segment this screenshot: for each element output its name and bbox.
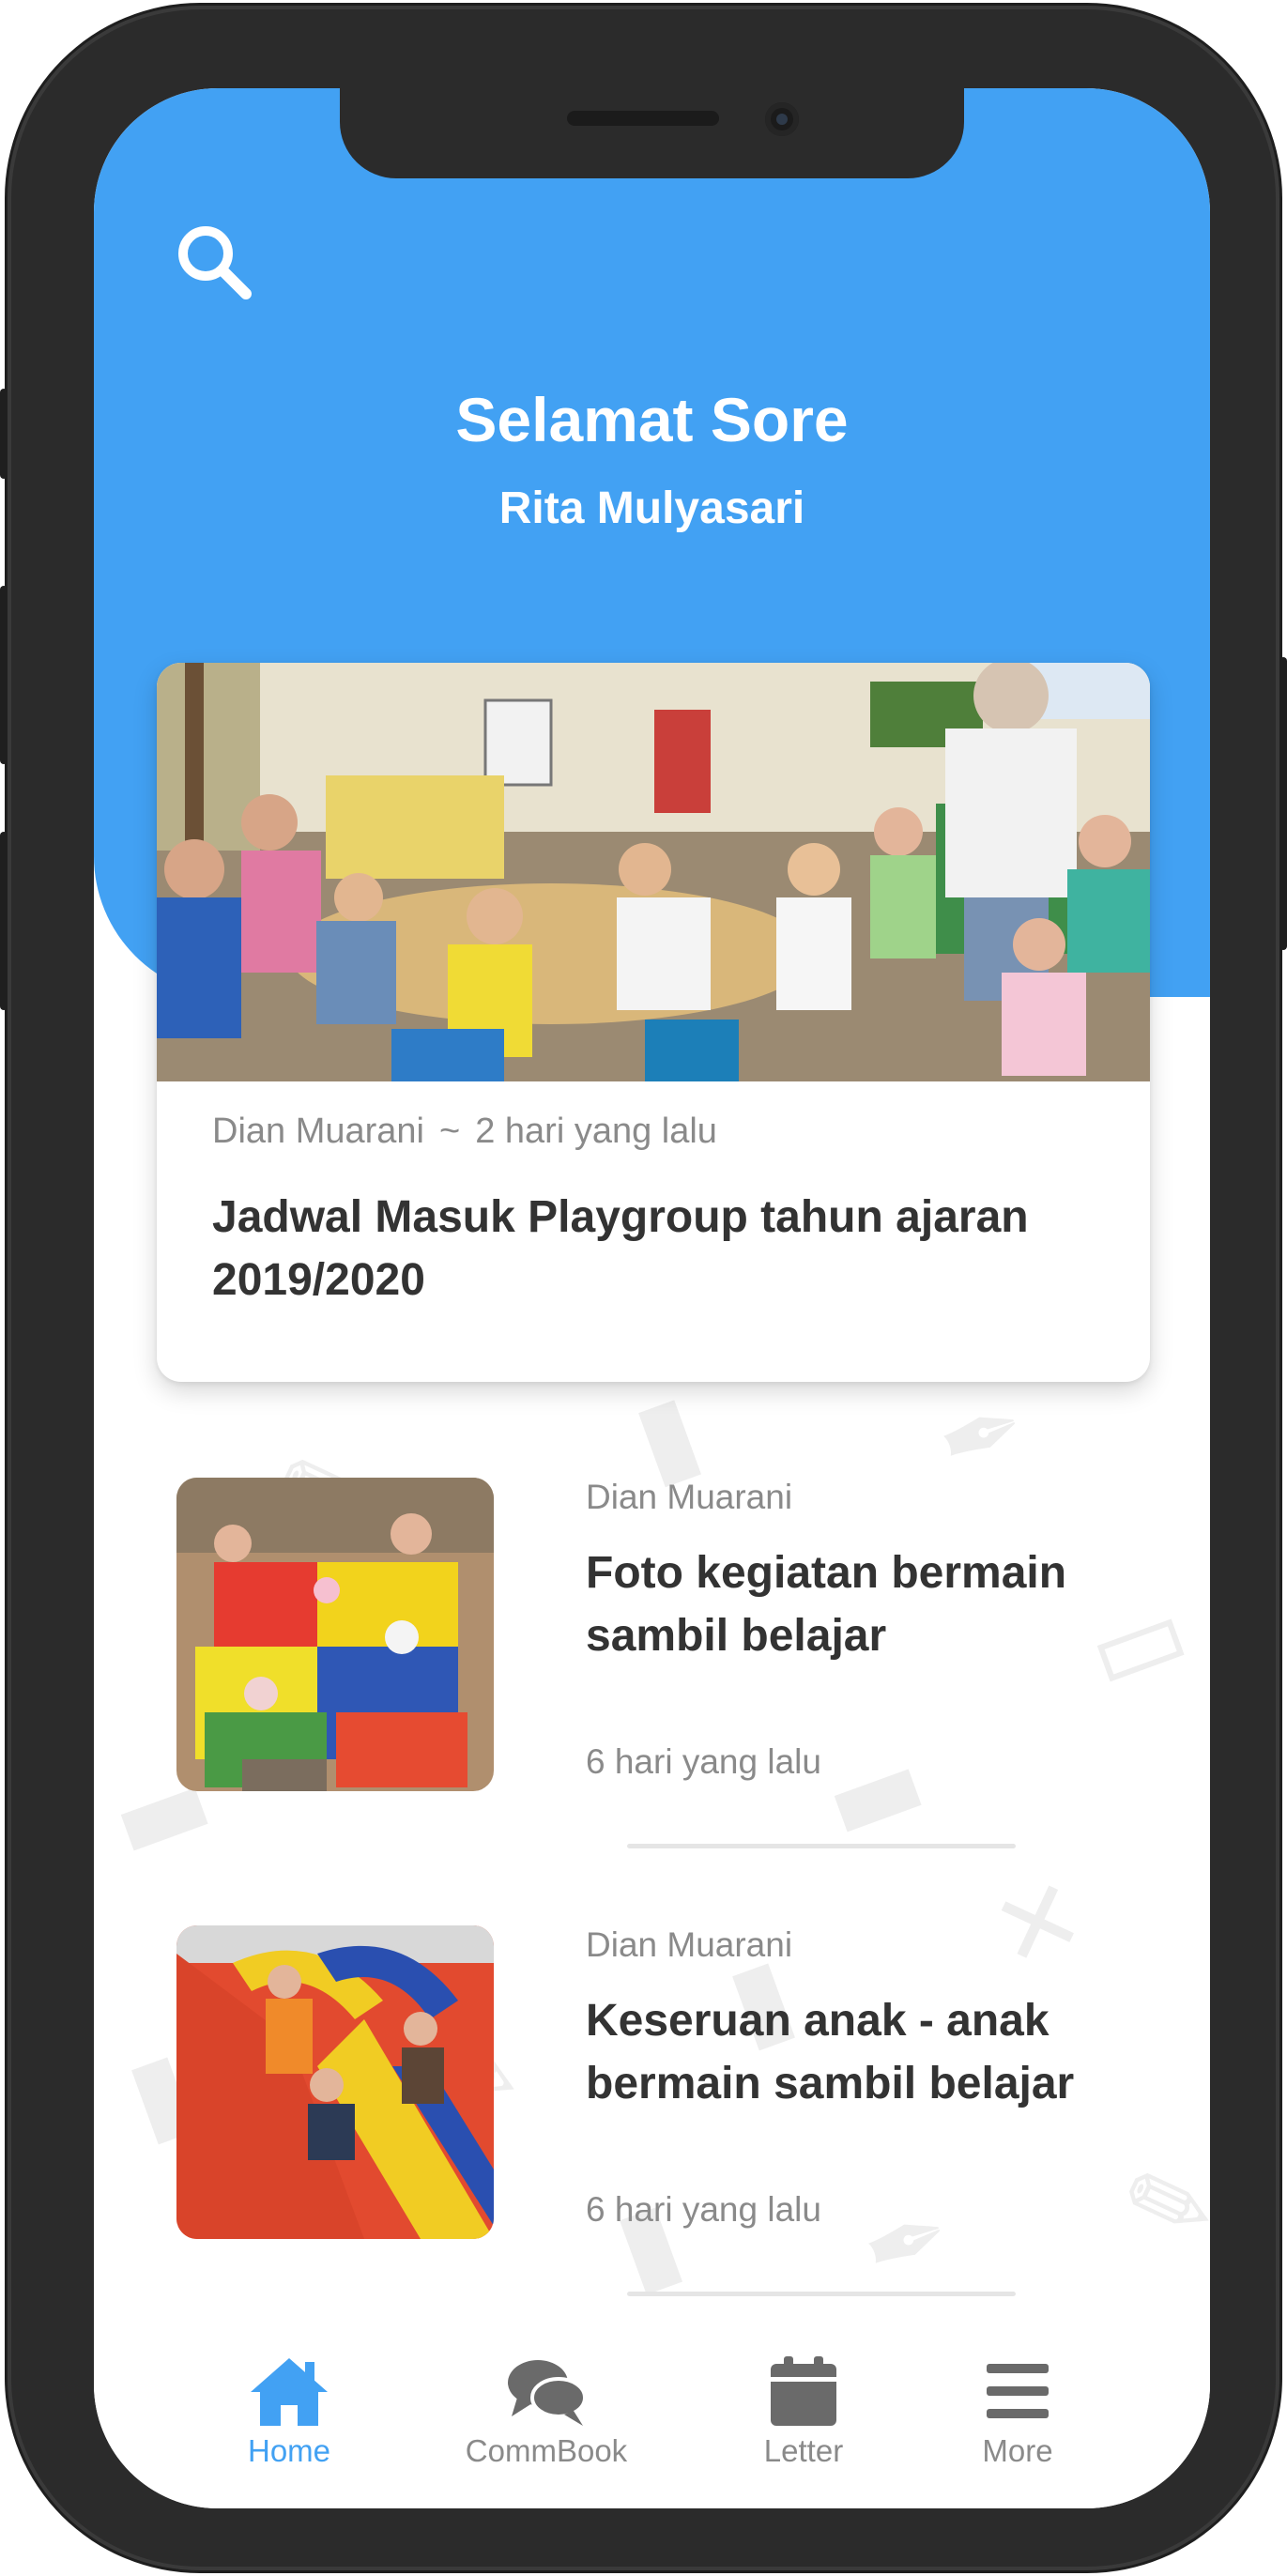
tab-label: More [982,2433,1053,2468]
featured-post-title: Jadwal Masuk Playgroup tahun ajaran 2019… [212,1192,1029,1305]
volume-up-button [0,586,8,764]
post-thumbnail [176,1925,494,2239]
menu-icon [987,2364,1049,2418]
list-item[interactable]: Dian Muarani Keseruan anak - anak bermai… [176,1925,1153,2296]
home-icon [251,2358,328,2426]
book-icon: ▮ [619,1369,714,1502]
meta-separator: ~ [439,1112,461,1151]
greeting-title: Selamat Sore [455,385,849,454]
tab-home[interactable]: Home [186,2330,392,2480]
post-time: 6 hari yang lalu [586,2190,821,2229]
calendar-icon [771,2356,836,2426]
list-item[interactable]: Dian Muarani Foto kegiatan bermain sambi… [176,1478,1153,1848]
featured-post-author: Dian Muarani [212,1112,424,1151]
power-button [1279,657,1287,950]
featured-post-image [157,663,1150,1081]
tab-letter[interactable]: Letter [700,2330,907,2480]
front-camera [765,102,799,136]
volume-down-button [0,832,8,1010]
search-icon [178,226,252,299]
tab-commbook[interactable]: CommBook [443,2330,650,2480]
tab-label: CommBook [465,2433,628,2468]
tab-label: Letter [763,2433,844,2468]
mute-switch [0,389,8,479]
post-thumbnail [176,1478,494,1791]
search-button[interactable] [171,219,257,305]
post-time: 6 hari yang lalu [586,1742,821,1781]
post-title: Keseruan anak - anak bermain sambil bela… [586,1996,1075,2108]
notch [340,88,964,178]
app-screen: ✎ ▮ ✒ ▭ ▬ ✎ ▬ ▮ ✕ ✎ ▮ ✒ ▮ ▬ ✎ Selamat So… [94,88,1210,2508]
user-name: Rita Mulyasari [498,483,805,533]
divider [627,1844,1016,1848]
divider [627,2292,1016,2296]
phone-frame: ✎ ▮ ✒ ▭ ▬ ✎ ▬ ▮ ✕ ✎ ▮ ✒ ▮ ▬ ✎ Selamat So… [0,6,1287,2570]
bottom-tab-bar: Home CommBook Letter More [94,2330,1210,2508]
featured-post-time: 2 hari yang lalu [475,1112,717,1151]
chat-icon [508,2360,587,2426]
post-author: Dian Muarani [586,1478,793,1516]
earpiece-speaker [567,111,719,126]
tab-label: Home [247,2433,331,2468]
tab-more[interactable]: More [914,2330,1121,2480]
featured-post-meta: Dian Muarani ~2 hari yang lalu [212,1112,717,1152]
post-title: Foto kegiatan bermain sambil belajar [586,1548,1067,1661]
post-author: Dian Muarani [586,1925,793,1964]
featured-post-card[interactable]: Dian Muarani ~2 hari yang lalu Jadwal Mas… [157,663,1150,1382]
